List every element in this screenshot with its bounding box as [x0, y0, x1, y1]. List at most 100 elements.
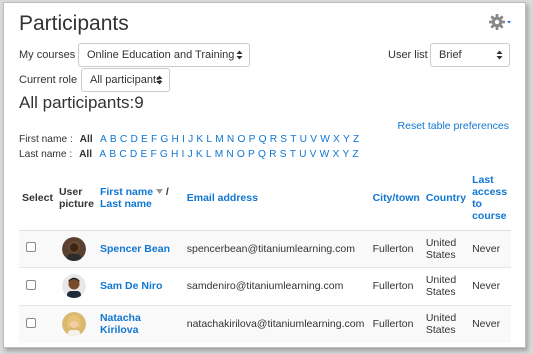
- first-initial-n[interactable]: N: [227, 134, 234, 145]
- reset-table-preferences-link[interactable]: Reset table preferences: [398, 120, 509, 132]
- first-initial-d[interactable]: D: [130, 134, 137, 145]
- user-picture-column-header: User picture: [55, 166, 97, 231]
- last-initial-k[interactable]: K: [196, 149, 203, 160]
- last-initial-p[interactable]: P: [248, 149, 255, 160]
- last-initial-s[interactable]: S: [280, 149, 287, 160]
- select-column-header: Select: [19, 166, 56, 231]
- first-initial-b[interactable]: B: [110, 134, 117, 145]
- city-sort-link[interactable]: City/town: [373, 192, 420, 204]
- first-initial-z[interactable]: Z: [353, 134, 359, 145]
- first-initial-o[interactable]: O: [237, 134, 245, 145]
- user-list-label: User list: [388, 49, 428, 61]
- last-initial-i[interactable]: I: [182, 149, 185, 160]
- email-sort-link[interactable]: Email address: [187, 192, 258, 204]
- last-initial-g[interactable]: G: [160, 149, 168, 160]
- first-initial-k[interactable]: K: [196, 134, 203, 145]
- table-row: Spencer Bean spencerbean@titaniumlearnin…: [19, 229, 511, 268]
- last-initial-u[interactable]: U: [299, 149, 306, 160]
- participants-panel: Participants My courses Online Education…: [3, 2, 526, 348]
- table-row: Sam De Niro samdeniro@titaniumlearning.c…: [19, 267, 511, 305]
- first-initial-r[interactable]: R: [270, 134, 277, 145]
- last-name-initials-label: Last name :: [19, 149, 73, 160]
- last-initial-v[interactable]: V: [310, 149, 317, 160]
- first-initial-all[interactable]: All: [80, 134, 93, 145]
- last-initial-q[interactable]: Q: [258, 149, 266, 160]
- first-initial-f[interactable]: F: [151, 134, 157, 145]
- first-name-sort-link[interactable]: First name: [100, 186, 153, 198]
- first-initial-c[interactable]: C: [120, 134, 127, 145]
- first-initial-l[interactable]: L: [206, 134, 212, 145]
- participants-table: Select User picture First name / Last na…: [19, 166, 511, 343]
- country-sort-link[interactable]: Country: [426, 192, 466, 204]
- last-initial-c[interactable]: C: [119, 149, 126, 160]
- select-arrows-icon: [156, 75, 163, 85]
- first-initial-h[interactable]: H: [172, 134, 179, 145]
- last-initial-z[interactable]: Z: [352, 149, 358, 160]
- user-list-value: Brief: [439, 49, 462, 61]
- current-role-select[interactable]: All participants: [81, 68, 170, 92]
- first-initial-u[interactable]: U: [300, 134, 307, 145]
- last-access-sort-link[interactable]: Last access to course: [472, 174, 507, 222]
- table-header-row: Select User picture First name / Last na…: [19, 166, 511, 231]
- first-initial-s[interactable]: S: [280, 134, 287, 145]
- user-name-link[interactable]: Natacha Kirilova: [100, 312, 141, 336]
- last-initial-e[interactable]: E: [140, 149, 147, 160]
- country-cell: United States: [422, 267, 470, 305]
- first-initial-e[interactable]: E: [141, 134, 148, 145]
- last-initial-t[interactable]: T: [290, 149, 296, 160]
- last-initial-j[interactable]: J: [188, 149, 193, 160]
- city-cell: Fullerton: [369, 304, 423, 343]
- last-initial-h[interactable]: H: [171, 149, 178, 160]
- first-initial-w[interactable]: W: [320, 134, 330, 145]
- last-initial-d[interactable]: D: [130, 149, 137, 160]
- user-list-select[interactable]: Brief: [430, 43, 510, 67]
- my-courses-select[interactable]: Online Education and Training: [78, 43, 250, 67]
- first-initial-m[interactable]: M: [215, 134, 224, 145]
- last-initial-f[interactable]: F: [150, 149, 156, 160]
- user-name-link[interactable]: Spencer Bean: [100, 243, 170, 255]
- last-name-initials-bar: Last name : All ABCDEFGHIJKLMNOPQRSTUVWX…: [19, 149, 362, 160]
- city-cell: Fullerton: [369, 229, 423, 268]
- select-arrows-icon: [496, 50, 503, 60]
- first-initial-v[interactable]: V: [310, 134, 317, 145]
- first-initial-t[interactable]: T: [290, 134, 296, 145]
- avatar[interactable]: [61, 274, 86, 299]
- first-name-initials-label: First name :: [19, 134, 73, 145]
- page-title: Participants: [19, 12, 129, 35]
- last-initial-b[interactable]: B: [109, 149, 116, 160]
- last-access-cell: Never: [469, 267, 511, 305]
- last-access-cell: Never: [469, 304, 511, 343]
- select-checkbox[interactable]: [26, 317, 36, 328]
- last-initial-x[interactable]: X: [332, 149, 339, 160]
- city-cell: Fullerton: [369, 267, 423, 305]
- first-initial-a[interactable]: A: [100, 134, 107, 145]
- first-initial-j[interactable]: J: [188, 134, 193, 145]
- last-initial-all[interactable]: All: [79, 149, 92, 160]
- last-access-cell: Never: [469, 229, 511, 268]
- last-initial-y[interactable]: Y: [342, 149, 349, 160]
- last-initial-r[interactable]: R: [269, 149, 276, 160]
- first-initial-q[interactable]: Q: [259, 134, 267, 145]
- email-cell: spencerbean@titaniumlearning.com: [183, 229, 370, 268]
- avatar[interactable]: [61, 312, 86, 336]
- avatar[interactable]: [61, 236, 86, 261]
- first-initial-x[interactable]: X: [333, 134, 340, 145]
- last-name-sort-link[interactable]: Last name: [100, 198, 152, 210]
- last-initial-l[interactable]: L: [206, 149, 212, 160]
- select-checkbox[interactable]: [26, 242, 36, 253]
- last-initial-o[interactable]: O: [237, 149, 245, 160]
- gear-icon[interactable]: [488, 13, 512, 31]
- first-initial-g[interactable]: G: [160, 134, 168, 145]
- last-initial-n[interactable]: N: [226, 149, 233, 160]
- table-row: Natacha Kirilova natachakirilova@titaniu…: [19, 304, 511, 343]
- user-name-link[interactable]: Sam De Niro: [100, 280, 162, 292]
- first-initial-p[interactable]: P: [249, 134, 256, 145]
- sort-descending-icon: [155, 189, 163, 195]
- first-initial-i[interactable]: I: [182, 134, 185, 145]
- last-initial-a[interactable]: A: [99, 149, 106, 160]
- first-initial-y[interactable]: Y: [343, 134, 350, 145]
- last-initial-w[interactable]: W: [320, 149, 330, 160]
- select-checkbox[interactable]: [26, 279, 36, 290]
- country-cell: United States: [422, 229, 470, 268]
- last-initial-m[interactable]: M: [215, 149, 224, 160]
